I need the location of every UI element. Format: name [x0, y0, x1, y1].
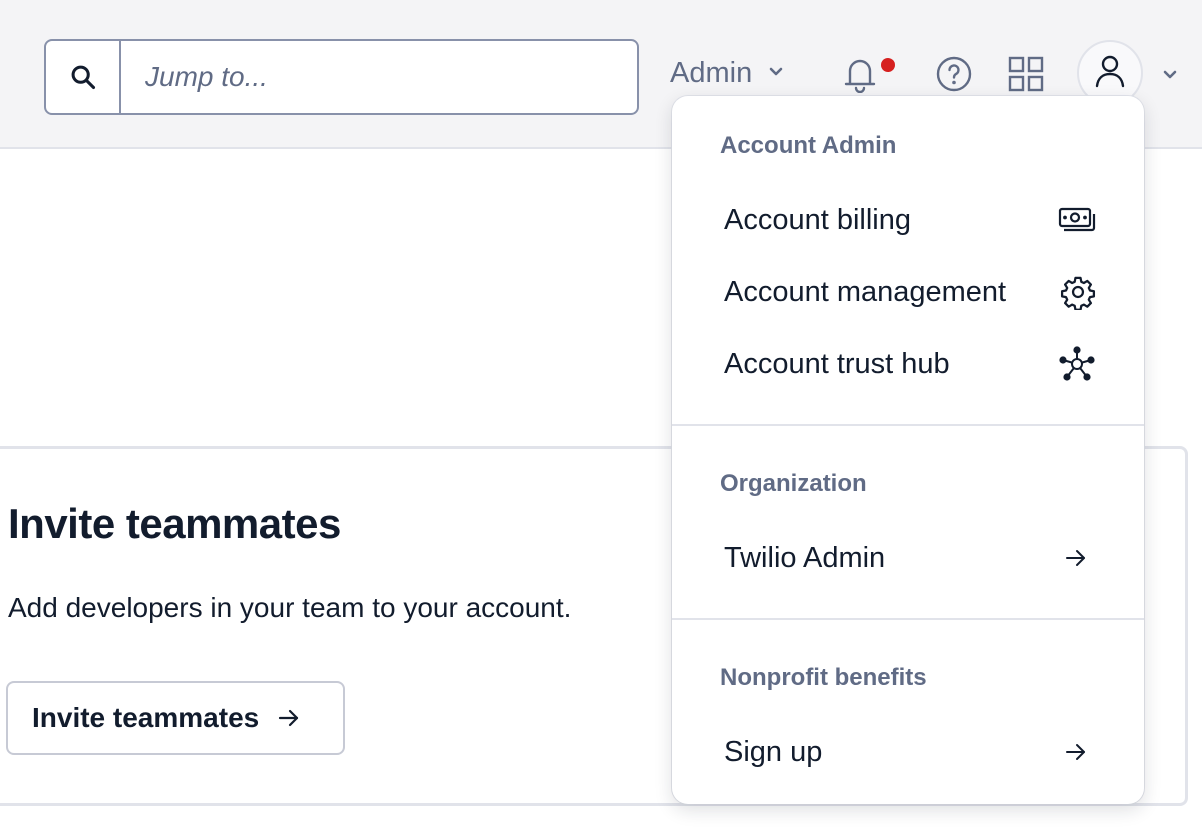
menu-item-label: Account trust hub [724, 347, 950, 380]
apps-grid-icon[interactable] [1004, 52, 1048, 96]
notification-dot [881, 58, 895, 72]
admin-menu-button[interactable]: Admin [670, 52, 786, 94]
menu-divider [672, 424, 1144, 426]
section-title-account-admin: Account Admin [720, 132, 897, 159]
trust-hub-network-icon [1058, 345, 1096, 383]
menu-item-sign-up[interactable]: Sign up [672, 722, 1144, 782]
admin-dropdown-menu: Account Admin Account billing Account ma… [672, 96, 1144, 804]
arrow-right-icon [1064, 740, 1088, 764]
card-title: Invite teammates [8, 500, 341, 547]
user-icon [1094, 54, 1126, 93]
help-icon[interactable] [932, 52, 976, 96]
admin-menu-label: Admin [670, 56, 753, 89]
gear-icon [1060, 274, 1096, 310]
menu-item-account-management[interactable]: Account management [672, 262, 1144, 322]
search-input[interactable] [121, 41, 637, 113]
menu-item-label: Sign up [724, 735, 823, 768]
search-icon[interactable] [46, 41, 121, 113]
menu-item-label: Twilio Admin [724, 541, 886, 574]
invite-teammates-button[interactable]: Invite teammates [6, 681, 345, 755]
menu-divider [672, 618, 1144, 620]
arrow-right-icon [1064, 546, 1088, 570]
menu-item-account-billing[interactable]: Account billing [672, 190, 1144, 250]
chevron-down-icon [766, 61, 786, 86]
card-description: Add developers in your team to your acco… [8, 592, 572, 623]
menu-item-label: Account management [724, 275, 1007, 308]
billing-cash-icon [1058, 206, 1096, 234]
invite-teammates-button-label: Invite teammates [32, 702, 260, 733]
section-title-organization: Organization [720, 470, 867, 497]
menu-item-twilio-admin[interactable]: Twilio Admin [672, 528, 1144, 588]
search-box[interactable] [44, 39, 639, 115]
section-title-nonprofit-benefits: Nonprofit benefits [720, 664, 927, 691]
menu-item-account-trust-hub[interactable]: Account trust hub [672, 334, 1144, 394]
user-menu-chevron-down-icon[interactable] [1156, 60, 1184, 88]
arrow-right-icon [279, 709, 299, 727]
notifications-bell-icon[interactable] [838, 52, 882, 96]
menu-item-label: Account billing [724, 203, 911, 236]
